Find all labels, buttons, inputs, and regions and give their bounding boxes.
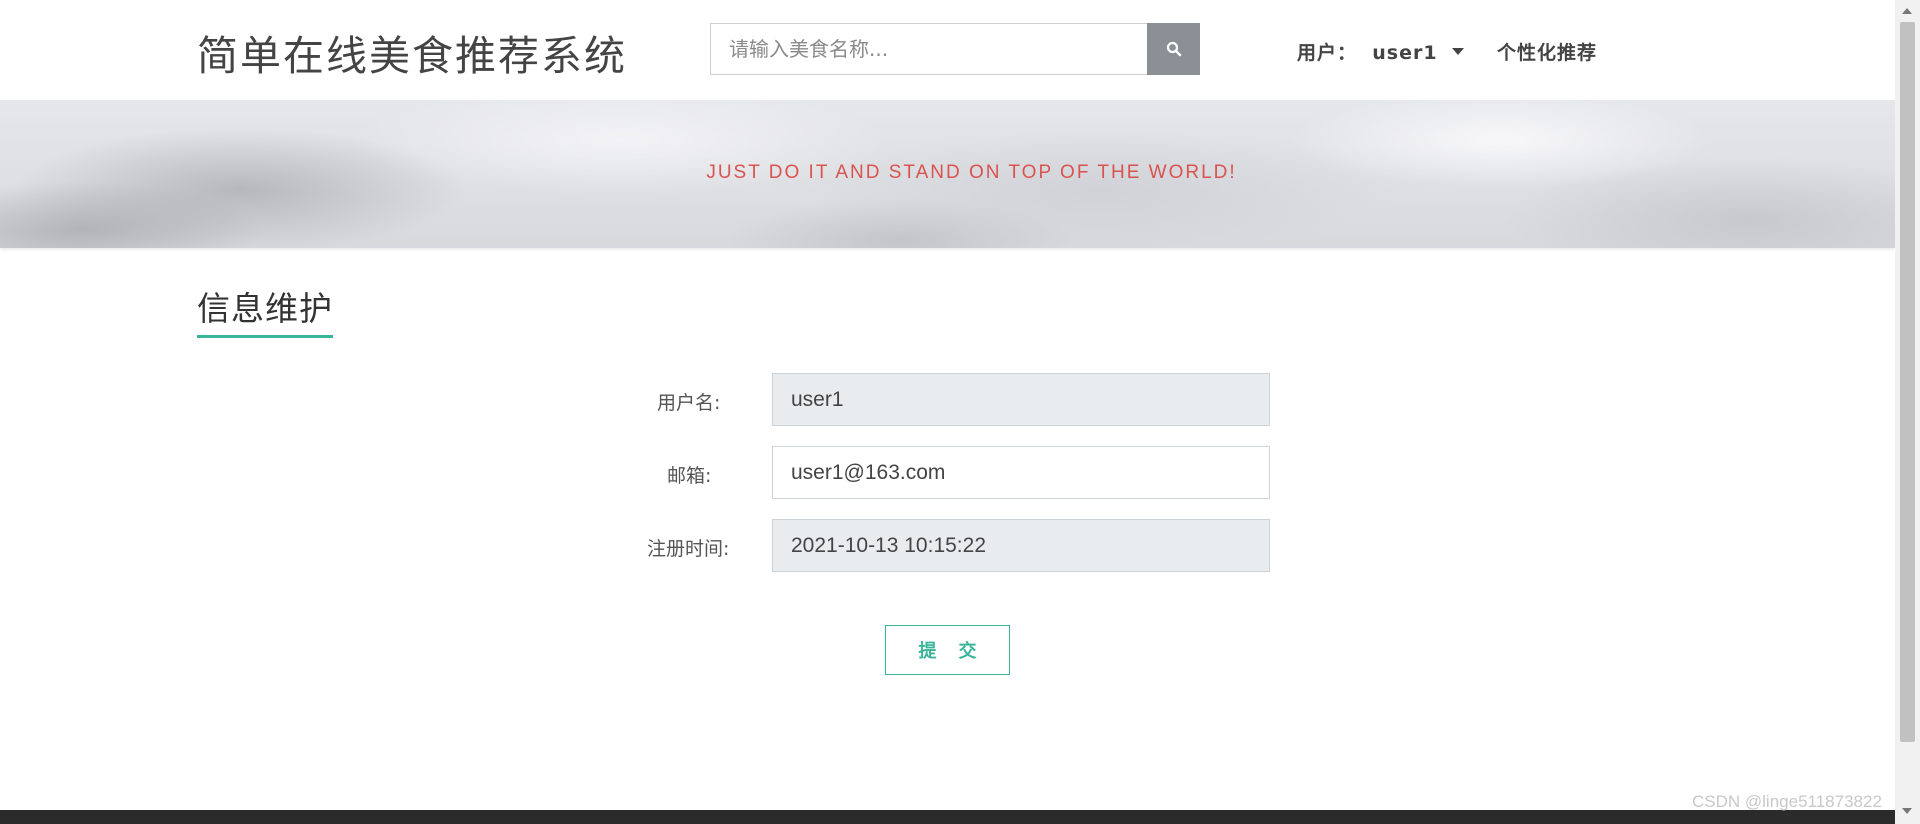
submit-button[interactable]: 提交 — [885, 625, 1010, 675]
footer — [0, 810, 1895, 824]
hero-banner: JUST DO IT AND STAND ON TOP OF THE WORLD… — [0, 100, 1895, 248]
recommend-link[interactable]: 个性化推荐 — [1497, 38, 1597, 65]
page-title: 信息维护 — [197, 289, 333, 328]
watermark: CSDN @linge511873822 — [1692, 792, 1882, 811]
site-title[interactable]: 简单在线美食推荐系统 — [197, 22, 627, 82]
scroll-down-arrow-icon[interactable] — [1902, 808, 1912, 814]
username-field[interactable] — [772, 373, 1270, 426]
email-label: 邮箱: — [667, 465, 712, 487]
search-icon — [1166, 41, 1181, 57]
title-underline — [197, 335, 333, 338]
scroll-up-arrow-icon[interactable] — [1902, 8, 1912, 14]
search-input[interactable] — [711, 24, 1148, 74]
user-menu-label: 用户： user1 — [1297, 42, 1438, 64]
caret-down-icon — [1451, 48, 1464, 55]
search-box — [710, 23, 1200, 75]
register-time-field[interactable] — [772, 519, 1270, 572]
scroll-thumb[interactable] — [1900, 22, 1915, 742]
register-time-label: 注册时间: — [647, 538, 730, 560]
header: 简单在线美食推荐系统 用户： user1 个性化推荐 — [0, 0, 1895, 100]
username-label: 用户名: — [657, 392, 721, 414]
user-menu-dropdown[interactable]: 用户： user1 — [1297, 38, 1464, 65]
banner-slogan: JUST DO IT AND STAND ON TOP OF THE WORLD… — [706, 162, 1237, 183]
search-button[interactable] — [1147, 23, 1200, 75]
email-field[interactable] — [772, 446, 1270, 499]
vertical-scrollbar[interactable] — [1895, 0, 1920, 824]
page: 简单在线美食推荐系统 用户： user1 个性化推荐 JUST DO IT AN… — [0, 0, 1895, 824]
